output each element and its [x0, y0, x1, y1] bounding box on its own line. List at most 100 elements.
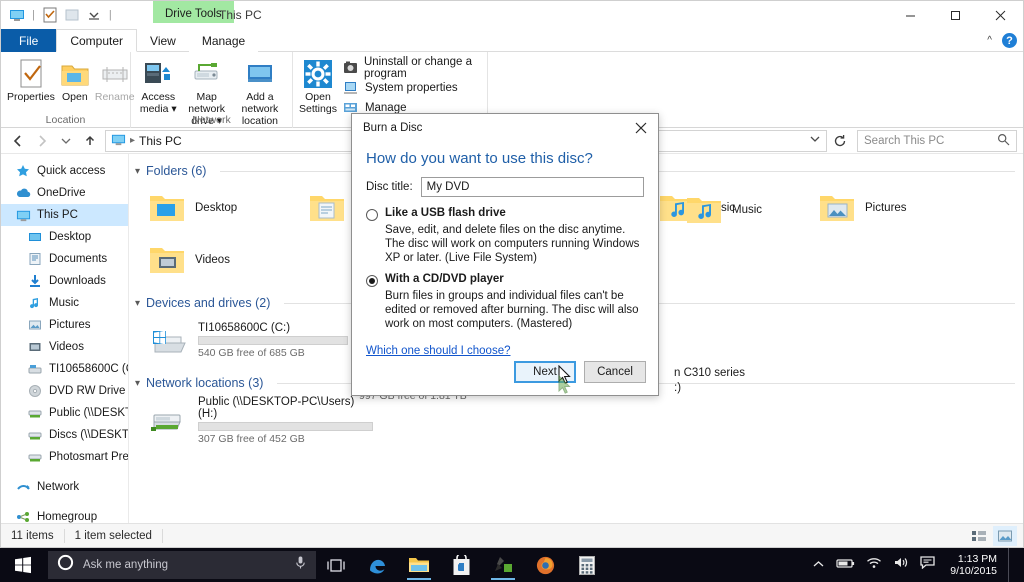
edge-icon[interactable]	[356, 548, 398, 582]
list-item[interactable]: Public (\\DESKTOP-PC\Users) (H:) 307 GB …	[147, 394, 377, 446]
downloads-folder-icon	[27, 273, 43, 289]
tab-manage[interactable]: Manage	[188, 29, 259, 52]
calculator-icon[interactable]	[566, 548, 608, 582]
open-settings-button[interactable]: Open Settings	[297, 55, 339, 115]
sidebar-label: Pictures	[49, 319, 91, 331]
sidebar-item-discs-network[interactable]: Discs (\\DESKTOP-I	[1, 424, 128, 446]
sidebar-item-photosmart[interactable]: Photosmart Prem C	[1, 446, 128, 468]
tab-view[interactable]: View	[137, 29, 189, 52]
sidebar-item-pictures[interactable]: Pictures	[1, 314, 128, 336]
qat-divider: |	[32, 9, 35, 21]
sidebar-item-quick-access[interactable]: Quick access	[1, 160, 128, 182]
action-center-icon[interactable]	[920, 556, 935, 574]
properties-icon[interactable]	[42, 7, 58, 23]
network-drive-icon	[147, 400, 191, 440]
option-cd-dvd-player[interactable]: With a CD/DVD player Burn files in group…	[352, 265, 658, 331]
radio-usb-flash-drive[interactable]	[366, 209, 378, 221]
which-one-should-i-choose-link[interactable]: Which one should I choose?	[352, 331, 658, 357]
search-placeholder: Search This PC	[864, 134, 945, 147]
uninstall-program-button[interactable]: Uninstall or change a program	[343, 56, 481, 80]
rename-icon	[99, 57, 131, 91]
breadcrumb-current: This PC	[139, 133, 182, 148]
large-icons-view-icon[interactable]	[993, 525, 1017, 546]
recent-locations-icon[interactable]	[55, 130, 77, 152]
close-icon[interactable]	[624, 114, 658, 142]
chevron-up-icon[interactable]	[812, 556, 825, 574]
list-item[interactable]: Videos	[147, 234, 322, 286]
selection-count: 1 item selected	[74, 529, 152, 542]
sidebar-item-dvd-drive[interactable]: DVD RW Drive (D:)	[1, 380, 128, 402]
uninstall-program-icon	[343, 60, 358, 76]
clock[interactable]: 1:13 PM 9/10/2015	[946, 553, 997, 577]
chevron-up-icon[interactable]: ^	[987, 35, 992, 46]
chevron-down-icon[interactable]	[809, 133, 821, 148]
windows-start-icon[interactable]	[0, 548, 46, 582]
option-description: Burn files in groups and individual file…	[385, 290, 639, 330]
sidebar-item-onedrive[interactable]: OneDrive	[1, 182, 128, 204]
option-usb-flash-drive[interactable]: Like a USB flash drive Save, edit, and d…	[352, 199, 658, 265]
details-view-icon[interactable]	[967, 526, 991, 546]
sidebar-item-documents[interactable]: Documents	[1, 248, 128, 270]
list-item[interactable]: Desktop	[147, 182, 307, 234]
search-icon[interactable]	[997, 133, 1010, 149]
up-arrow-icon[interactable]	[79, 130, 101, 152]
tab-computer[interactable]: Computer	[56, 29, 138, 52]
close-button[interactable]	[978, 1, 1023, 29]
store-icon[interactable]	[440, 548, 482, 582]
this-pc-icon[interactable]	[9, 7, 25, 23]
chevron-down-icon[interactable]: ▾	[135, 298, 140, 309]
item-label: Pictures	[865, 202, 907, 214]
map-network-drive-icon	[191, 57, 223, 91]
sidebar-item-c-drive[interactable]: TI10658600C (C:)	[1, 358, 128, 380]
back-arrow-icon[interactable]	[7, 130, 29, 152]
option-title: Like a USB flash drive	[385, 207, 506, 219]
new-folder-icon[interactable]	[64, 7, 80, 23]
access-media-button[interactable]: Access media ▾	[135, 55, 182, 115]
file-explorer-icon[interactable]	[398, 548, 440, 582]
radio-cd-dvd-player[interactable]	[366, 275, 378, 287]
cortana-search-box[interactable]: Ask me anything	[48, 551, 316, 579]
sidebar-item-videos[interactable]: Videos	[1, 336, 128, 358]
microphone-icon[interactable]	[294, 555, 307, 575]
desktop-folder-icon	[27, 229, 43, 245]
open-button[interactable]: Open	[57, 55, 93, 103]
forward-arrow-icon[interactable]	[31, 130, 53, 152]
task-view-icon[interactable]	[316, 548, 356, 582]
show-desktop-button[interactable]	[1008, 548, 1015, 582]
chevron-down-icon[interactable]: ▾	[135, 378, 140, 389]
chevron-down-icon[interactable]: ▾	[135, 166, 140, 177]
sidebar-item-music[interactable]: Music	[1, 292, 128, 314]
search-input[interactable]: Search This PC	[857, 129, 1017, 152]
refresh-icon[interactable]	[829, 130, 851, 152]
dialog-title: Burn a Disc	[363, 122, 423, 134]
system-properties-button[interactable]: System properties	[343, 79, 481, 96]
battery-icon[interactable]	[836, 556, 855, 574]
tab-file[interactable]: File	[1, 29, 57, 52]
firefox-icon[interactable]	[524, 548, 566, 582]
taskbar: Ask me anything 1:13 PM 9/10/2015	[0, 548, 1024, 582]
sidebar-item-desktop[interactable]: Desktop	[1, 226, 128, 248]
file-explorer-window: | | Drive Tools This PC File Computer Vi…	[0, 0, 1024, 548]
network-icon	[15, 479, 31, 495]
sidebar-item-this-pc[interactable]: This PC	[1, 204, 128, 226]
disc-title-input[interactable]: My DVD	[420, 177, 644, 197]
properties-button[interactable]: Properties	[5, 55, 57, 103]
list-item[interactable]: TI10658600C (C:) 540 GB free of 685 GB	[147, 314, 352, 366]
volume-icon[interactable]	[893, 556, 909, 574]
sidebar-item-network[interactable]: Network	[1, 476, 128, 498]
wifi-icon[interactable]	[866, 556, 882, 574]
maximize-button[interactable]	[933, 1, 978, 29]
navigation-pane[interactable]: Quick access OneDrive This PC Desktop Do…	[1, 154, 129, 528]
access-media-label: Access media ▾	[139, 91, 177, 115]
minimize-button[interactable]	[888, 1, 933, 29]
customize-dropdown-icon[interactable]	[86, 7, 102, 23]
sidebar-item-public-network[interactable]: Public (\\DESKTOP	[1, 402, 128, 424]
rename-button: Rename	[93, 55, 137, 103]
next-button[interactable]: Next	[514, 361, 576, 383]
cancel-button[interactable]: Cancel	[584, 361, 646, 383]
sidebar-item-downloads[interactable]: Downloads	[1, 270, 128, 292]
ribbon-group-network: Access media ▾ Map network drive ▾ Add a…	[131, 52, 293, 128]
pin-tool-icon[interactable]	[482, 548, 524, 582]
help-icon[interactable]: ?	[1002, 33, 1017, 48]
list-item[interactable]: Music	[684, 184, 854, 236]
